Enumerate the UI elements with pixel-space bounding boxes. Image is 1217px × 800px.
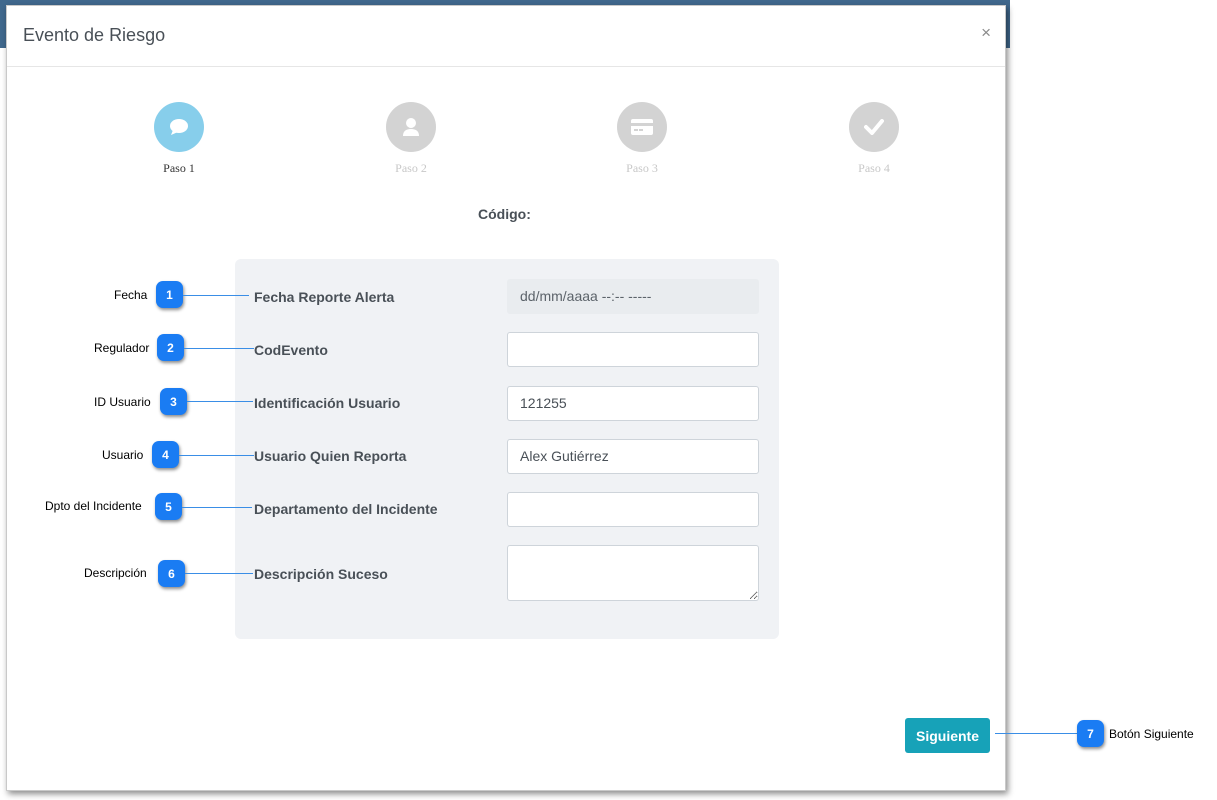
callout-4-line <box>179 455 254 456</box>
credit-card-icon <box>617 102 667 152</box>
close-button[interactable]: × <box>981 24 991 41</box>
step-3[interactable]: Paso 3 <box>582 102 702 176</box>
identificacion-usuario-label: Identificación Usuario <box>254 395 401 411</box>
callout-7-text: Botón Siguiente <box>1109 727 1194 741</box>
callout-5-text: Dpto del Incidente <box>45 499 142 513</box>
user-icon <box>386 102 436 152</box>
modal-header: Evento de Riesgo × <box>7 6 1005 67</box>
callout-7-badge: 7 <box>1077 720 1104 747</box>
callout-2-text: Regulador <box>94 341 150 355</box>
callout-1-text: Fecha <box>114 288 148 302</box>
departamento-incidente-label: Departamento del Incidente <box>254 501 438 517</box>
callout-7-line <box>995 733 1077 734</box>
step-2[interactable]: Paso 2 <box>351 102 471 176</box>
callout-4-text: Usuario <box>102 448 144 462</box>
descripcion-suceso-label: Descripción Suceso <box>254 566 388 582</box>
check-icon <box>849 102 899 152</box>
step-4[interactable]: Paso 4 <box>814 102 934 176</box>
callout-6-badge: 6 <box>158 560 185 587</box>
fecha-reporte-label: Fecha Reporte Alerta <box>254 289 395 305</box>
risk-event-modal: Evento de Riesgo × Paso 1 Paso 2 Paso 3 … <box>6 5 1006 791</box>
callout-3-text: ID Usuario <box>94 395 151 409</box>
callout-1-badge: 1 <box>156 281 183 308</box>
next-button[interactable]: Siguiente <box>905 718 990 753</box>
step-1[interactable]: Paso 1 <box>119 102 239 176</box>
callout-6-line <box>185 573 253 574</box>
callout-3-badge: 3 <box>160 388 187 415</box>
cod-evento-label: CodEvento <box>254 342 328 358</box>
modal-title: Evento de Riesgo <box>23 25 166 45</box>
step-3-label: Paso 3 <box>626 161 658 175</box>
callout-2-line <box>184 348 254 349</box>
usuario-reporta-input[interactable]: Alex Gutiérrez <box>507 439 759 474</box>
codigo-label: Código: <box>478 206 531 222</box>
callout-4-badge: 4 <box>152 441 179 468</box>
step-4-label: Paso 4 <box>858 161 890 175</box>
step-1-label: Paso 1 <box>163 161 195 175</box>
identificacion-usuario-input[interactable]: 121255 <box>507 386 759 421</box>
callout-1-line <box>183 295 249 296</box>
fecha-reporte-input: dd/mm/aaaa --:-- ----- <box>507 279 759 314</box>
cod-evento-input[interactable] <box>507 332 759 367</box>
callout-5-badge: 5 <box>155 493 182 520</box>
callout-3-line <box>187 401 253 402</box>
chat-icon <box>154 102 204 152</box>
usuario-reporta-label: Usuario Quien Reporta <box>254 448 407 464</box>
callout-5-line <box>182 507 252 508</box>
step-2-label: Paso 2 <box>395 161 427 175</box>
callout-6-text: Descripción <box>84 566 147 580</box>
callout-2-badge: 2 <box>157 334 184 361</box>
descripcion-suceso-textarea[interactable] <box>507 545 759 601</box>
departamento-incidente-input[interactable] <box>507 492 759 527</box>
